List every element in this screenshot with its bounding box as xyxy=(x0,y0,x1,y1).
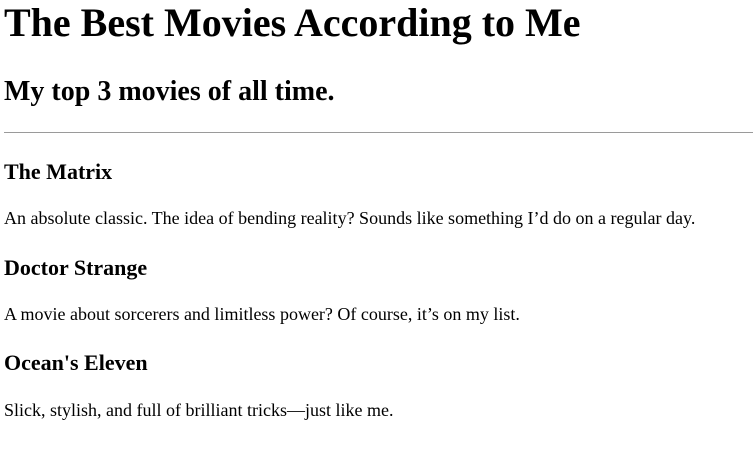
movie-title: The Matrix xyxy=(4,159,113,184)
movie-entry-oceans-eleven: Ocean's Eleven Slick, stylish, and full … xyxy=(4,350,753,422)
page-title: The Best Movies According to Me xyxy=(4,0,581,45)
movie-title: Doctor Strange xyxy=(4,255,148,280)
movie-description: A movie about sorcerers and limitless po… xyxy=(4,304,520,324)
movie-entry-doctor-strange: Doctor Strange A movie about sorcerers a… xyxy=(4,255,753,326)
movie-entry-the-matrix: The Matrix An absolute classic. The idea… xyxy=(4,159,753,230)
movie-description: Slick, stylish, and full of brilliant tr… xyxy=(4,400,394,420)
movie-title: Ocean's Eleven xyxy=(4,350,148,375)
divider xyxy=(4,132,753,133)
page-subtitle: My top 3 movies of all time. xyxy=(4,76,335,107)
movie-description: An absolute classic. The idea of bending… xyxy=(4,208,696,228)
page-content: The Best Movies According to Me My top 3… xyxy=(0,1,753,422)
